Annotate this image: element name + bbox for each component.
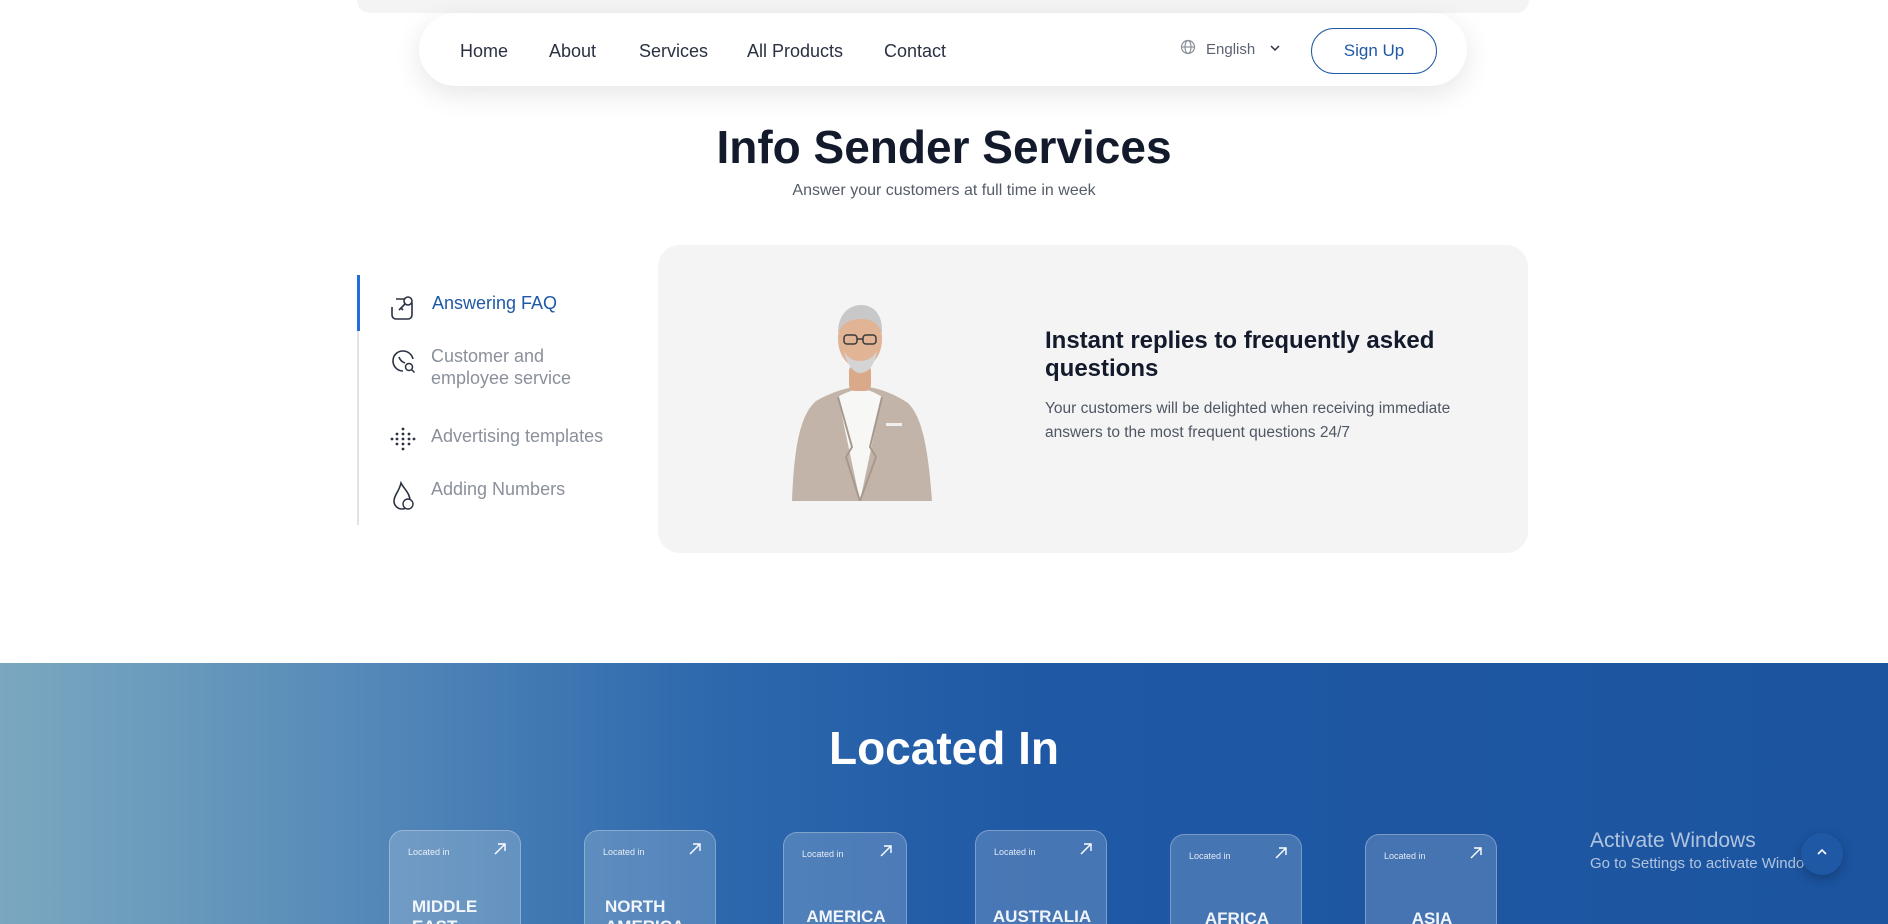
dots-grid-icon	[389, 426, 417, 456]
tab-label: Customer and employee service	[431, 346, 572, 388]
region-caption: Located in	[408, 847, 450, 857]
flame-icon	[389, 480, 417, 511]
nav-link-home[interactable]: Home	[460, 41, 508, 62]
nav-link-about[interactable]: About	[549, 41, 596, 62]
nav-link-all-products[interactable]: All Products	[747, 41, 843, 62]
region-caption: Located in	[802, 849, 844, 859]
scroll-to-top-button[interactable]	[1801, 833, 1843, 875]
tab-label: Advertising templates	[431, 426, 604, 446]
arrow-up-right-icon	[878, 843, 894, 859]
tab-label: Adding Numbers	[431, 479, 566, 499]
located-in-section: Located In Located in MIDDLE EAST Locate…	[0, 663, 1888, 924]
region-caption: Located in	[1189, 851, 1231, 861]
arrow-up-right-icon	[492, 841, 508, 857]
sign-up-button[interactable]: Sign Up	[1311, 28, 1437, 74]
language-selector[interactable]: English	[1180, 39, 1281, 60]
nav-link-contact[interactable]: Contact	[884, 41, 946, 62]
located-in-title: Located In	[828, 722, 1060, 774]
card-title: Instant replies to frequently asked ques…	[1045, 327, 1435, 382]
tab-advertising-templates[interactable]: Advertising templates	[359, 420, 629, 460]
region-name: AMERICA	[806, 907, 886, 924]
arrow-up-right-icon	[1273, 845, 1289, 861]
nav-link-services[interactable]: Services	[639, 41, 708, 62]
region-name: NORTH AMERICA	[605, 897, 684, 924]
chevron-up-icon	[1815, 845, 1829, 864]
top-strip	[357, 0, 1529, 13]
region-name: AFRICA	[1204, 909, 1270, 924]
region-name: ASIA	[1411, 909, 1453, 924]
section-subtitle: Answer your customers at full time in we…	[792, 182, 1096, 199]
card-description: Your customers will be delighted when re…	[1045, 400, 1451, 441]
region-card-north-america[interactable]: Located in NORTH AMERICA	[584, 830, 716, 924]
chat-key-icon	[390, 293, 418, 323]
region-card-asia[interactable]: Located in ASIA	[1365, 834, 1497, 924]
region-card-middle-east[interactable]: Located in MIDDLE EAST	[389, 830, 521, 924]
support-search-icon	[389, 347, 417, 377]
arrow-up-right-icon	[687, 841, 703, 857]
region-name: AUSTRALIA	[992, 907, 1092, 924]
arrow-up-right-icon	[1078, 841, 1094, 857]
tab-label: Answering FAQ	[432, 293, 558, 313]
navbar: Home About Services All Products Contact…	[419, 13, 1467, 86]
language-label: English	[1206, 41, 1256, 58]
tab-answering-faq[interactable]: Answering FAQ	[357, 275, 627, 331]
region-card-africa[interactable]: Located in AFRICA	[1170, 834, 1302, 924]
man-in-suit-photo	[786, 297, 936, 502]
tab-customer-employee-service[interactable]: Customer and employee service	[359, 345, 629, 405]
region-caption: Located in	[994, 847, 1036, 857]
chevron-down-icon	[1269, 41, 1281, 59]
service-tabs: Answering FAQ Customer and employee serv…	[357, 275, 637, 525]
globe-icon	[1180, 39, 1196, 60]
region-caption: Located in	[1384, 851, 1426, 861]
region-name: MIDDLE EAST	[412, 897, 478, 924]
region-caption: Located in	[603, 847, 645, 857]
tab-adding-numbers[interactable]: Adding Numbers	[359, 475, 629, 520]
service-detail-card: Instant replies to frequently asked ques…	[658, 245, 1528, 553]
arrow-up-right-icon	[1468, 845, 1484, 861]
region-card-australia[interactable]: Located in AUSTRALIA	[975, 830, 1107, 924]
section-title: Info Sender Services	[716, 121, 1172, 173]
activate-windows-title: Activate Windows	[1590, 829, 1756, 852]
region-card-america[interactable]: Located in AMERICA	[783, 832, 907, 924]
activate-windows-hint: Go to Settings to activate Windows.	[1590, 855, 1827, 872]
